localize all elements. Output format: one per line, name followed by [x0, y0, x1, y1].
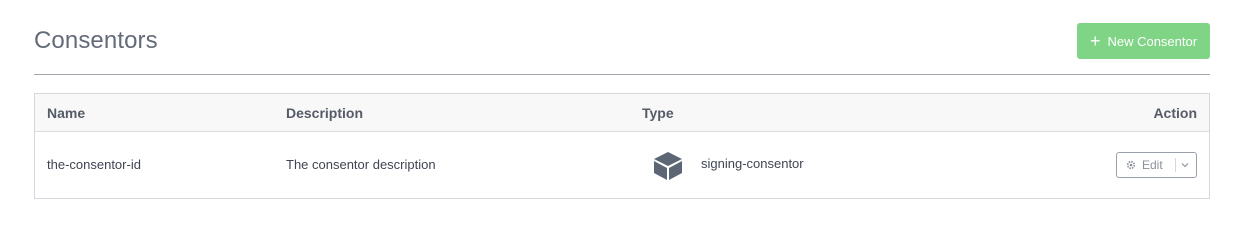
edit-dropdown-button[interactable]: Edit: [1116, 152, 1197, 178]
chevron-down-icon[interactable]: [1180, 160, 1190, 170]
title-divider: [34, 74, 1210, 75]
consentor-type: signing-consentor: [701, 156, 804, 171]
column-header-action: Action: [1153, 105, 1197, 121]
edit-divider: [1175, 158, 1176, 172]
consentors-table: Name Description Type Action the-consent…: [34, 93, 1210, 199]
consentor-name: the-consentor-id: [47, 157, 141, 172]
edit-label: Edit: [1142, 158, 1163, 172]
cube-icon: [654, 152, 682, 180]
table-header: Name Description Type Action: [35, 94, 1209, 132]
gear-icon: [1126, 160, 1136, 170]
new-consentor-label: New Consentor: [1107, 33, 1198, 49]
page-title: Consentors: [34, 27, 158, 54]
new-consentor-button[interactable]: + New Consentor: [1077, 23, 1210, 59]
table-row[interactable]: the-consentor-id The consentor descripti…: [35, 132, 1209, 198]
plus-icon: +: [1089, 31, 1101, 51]
consentor-description: The consentor description: [286, 157, 436, 172]
column-header-type[interactable]: Type: [642, 105, 674, 121]
column-header-description[interactable]: Description: [286, 105, 363, 121]
column-header-name[interactable]: Name: [47, 105, 85, 121]
